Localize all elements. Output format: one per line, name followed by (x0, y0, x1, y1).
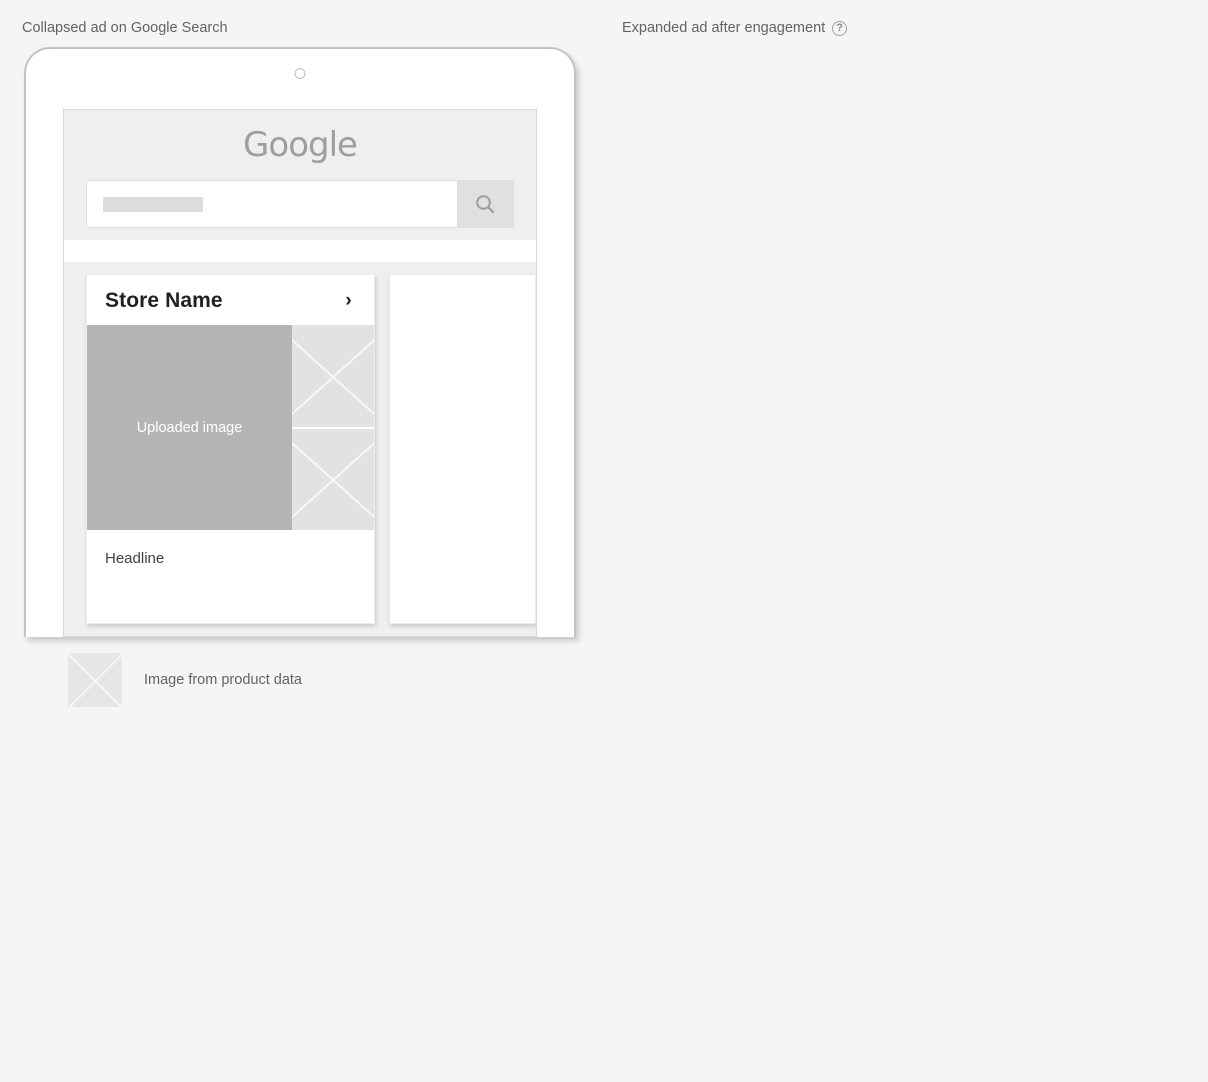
ad-store-name: Store Name (105, 289, 223, 312)
expanded-ad-caption-text: Expanded ad after engagement (622, 20, 826, 36)
uploaded-image-label: Uploaded image (136, 419, 243, 436)
product-data-image-swatch (68, 653, 122, 707)
collapsed-ad-caption-text: Collapsed ad on Google Search (22, 20, 228, 36)
product-image-column (292, 325, 374, 530)
legend-label: Image from product data (144, 672, 302, 688)
collapsed-ad-card[interactable]: Store Name › Uploaded image Headline (86, 274, 375, 624)
search-icon (476, 195, 495, 214)
help-icon[interactable]: ? (832, 20, 848, 36)
google-logo: Google (243, 125, 358, 165)
ad-headline: Headline (105, 550, 165, 567)
search-bar[interactable] (86, 180, 514, 228)
search-input[interactable] (87, 181, 457, 227)
chevron-right-icon[interactable]: › (345, 290, 355, 312)
phone-screen-collapsed: Google Store Name › Uploaded image Headl… (63, 109, 537, 637)
search-button[interactable] (457, 181, 513, 227)
expanded-ad-panel: Expanded ad after engagement ? Store Nam… (604, 0, 1208, 1082)
search-query-placeholder (103, 196, 203, 212)
adjacent-card[interactable] (388, 274, 536, 624)
collapsed-ad-panel: Collapsed ad on Google Search Google Sto… (0, 0, 604, 1082)
product-image-placeholder (292, 325, 374, 427)
legend: Image from product data (68, 653, 302, 707)
collapsed-ad-caption: Collapsed ad on Google Search (0, 0, 604, 42)
ad-image-strip: Uploaded image (87, 325, 374, 530)
camera-icon (294, 68, 306, 79)
expanded-ad-caption: Expanded ad after engagement ? (604, 0, 1208, 42)
phone-frame-collapsed: Google Store Name › Uploaded image Headl… (24, 47, 576, 637)
product-image-placeholder (292, 426, 374, 530)
search-divider-band (64, 240, 536, 262)
ad-card-header: Store Name › (87, 275, 374, 325)
google-search-header: Google (64, 110, 536, 240)
uploaded-image-placeholder: Uploaded image (87, 325, 292, 530)
search-results-area: Store Name › Uploaded image Headline (64, 262, 536, 636)
mockup-board: Collapsed ad on Google Search Google Sto… (0, 0, 1208, 1082)
